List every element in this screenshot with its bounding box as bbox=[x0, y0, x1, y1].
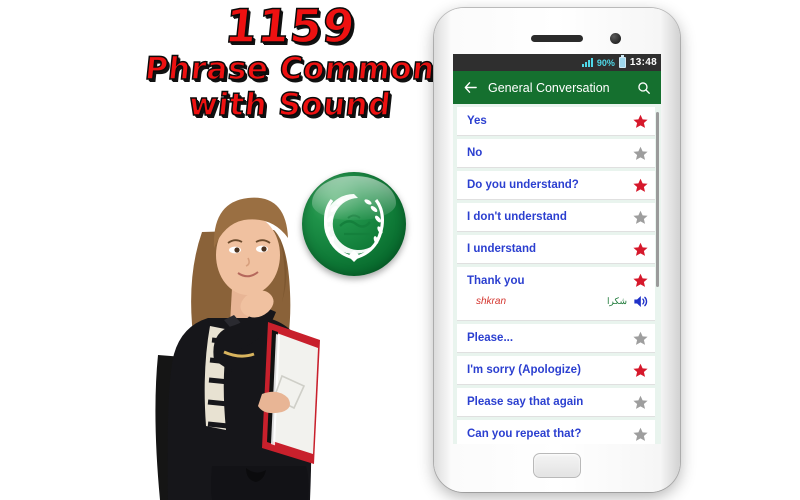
phrase-label: Do you understand? bbox=[467, 179, 579, 191]
promo-subheadline: with Sound bbox=[186, 86, 393, 124]
favorite-star-icon-off[interactable] bbox=[632, 394, 649, 411]
phrase-label: Please say that again bbox=[467, 396, 584, 408]
expanded-detail: shkran شكرا bbox=[467, 294, 649, 309]
list-item[interactable]: Please say that again bbox=[457, 388, 655, 417]
battery-percent-label: 90% bbox=[596, 57, 615, 68]
promo-title-block: 1159 Phrase Common with Sound bbox=[130, 0, 450, 124]
list-item[interactable]: Can you repeat that? bbox=[457, 420, 655, 444]
app-bar: General Conversation bbox=[453, 71, 661, 104]
page-title: General Conversation bbox=[488, 80, 610, 95]
favorite-star-icon-on[interactable] bbox=[632, 177, 649, 194]
back-arrow-icon[interactable] bbox=[462, 80, 478, 96]
home-button[interactable] bbox=[533, 453, 581, 478]
phrase-list[interactable]: Yes No Do you understand? I don't unders… bbox=[453, 104, 661, 444]
favorite-star-icon-on[interactable] bbox=[632, 241, 649, 258]
promo-count: 1159 bbox=[221, 0, 358, 54]
front-camera-icon bbox=[610, 33, 621, 44]
status-bar: 90% 13:48 bbox=[453, 54, 661, 71]
phrase-label: Please... bbox=[467, 332, 514, 344]
speaker-icon[interactable] bbox=[632, 294, 649, 309]
list-item[interactable]: Yes bbox=[457, 107, 655, 136]
expanded-header: Thank you bbox=[467, 267, 649, 294]
list-item[interactable]: Do you understand? bbox=[457, 171, 655, 200]
list-item[interactable]: I'm sorry (Apologize) bbox=[457, 356, 655, 385]
favorite-star-icon-off[interactable] bbox=[632, 330, 649, 347]
promo-headline: Phrase Common bbox=[142, 50, 437, 88]
list-scrollbar[interactable] bbox=[656, 106, 660, 442]
scrollbar-thumb[interactable] bbox=[656, 112, 659, 287]
list-item[interactable]: No bbox=[457, 139, 655, 168]
favorite-star-icon-off[interactable] bbox=[632, 209, 649, 226]
status-clock: 13:48 bbox=[629, 57, 657, 68]
phrase-label: No bbox=[467, 147, 483, 159]
list-item-expanded[interactable]: Thank you shkran شكرا bbox=[457, 267, 655, 321]
favorite-star-icon-on[interactable] bbox=[632, 113, 649, 130]
signal-bars-icon bbox=[581, 58, 593, 67]
badge-gloss bbox=[312, 176, 396, 220]
phrase-label: Can you repeat that? bbox=[467, 428, 582, 440]
list-item[interactable]: I understand bbox=[457, 235, 655, 264]
native-script-label: شكرا bbox=[607, 296, 627, 306]
search-icon[interactable] bbox=[636, 80, 652, 96]
favorite-star-icon-off[interactable] bbox=[632, 426, 649, 443]
phrase-label: Yes bbox=[467, 115, 487, 127]
list-item[interactable]: I don't understand bbox=[457, 203, 655, 232]
list-item[interactable]: Please... bbox=[457, 324, 655, 353]
phone-screen: 90% 13:48 General Conversation Yes No Do… bbox=[453, 54, 661, 444]
earpiece-speaker-icon bbox=[531, 35, 583, 42]
phrase-label: I'm sorry (Apologize) bbox=[467, 364, 581, 376]
favorite-star-icon-off[interactable] bbox=[632, 145, 649, 162]
transliteration-label: shkran bbox=[476, 296, 507, 307]
phrase-label: I understand bbox=[467, 243, 537, 255]
phrase-label: Thank you bbox=[467, 274, 525, 287]
phrase-label: I don't understand bbox=[467, 211, 567, 223]
favorite-star-icon-on[interactable] bbox=[632, 362, 649, 379]
arab-league-flag-badge bbox=[302, 172, 406, 276]
favorite-star-icon-on[interactable] bbox=[632, 272, 649, 289]
battery-icon bbox=[618, 55, 626, 68]
phone-mockup: 90% 13:48 General Conversation Yes No Do… bbox=[434, 8, 680, 492]
